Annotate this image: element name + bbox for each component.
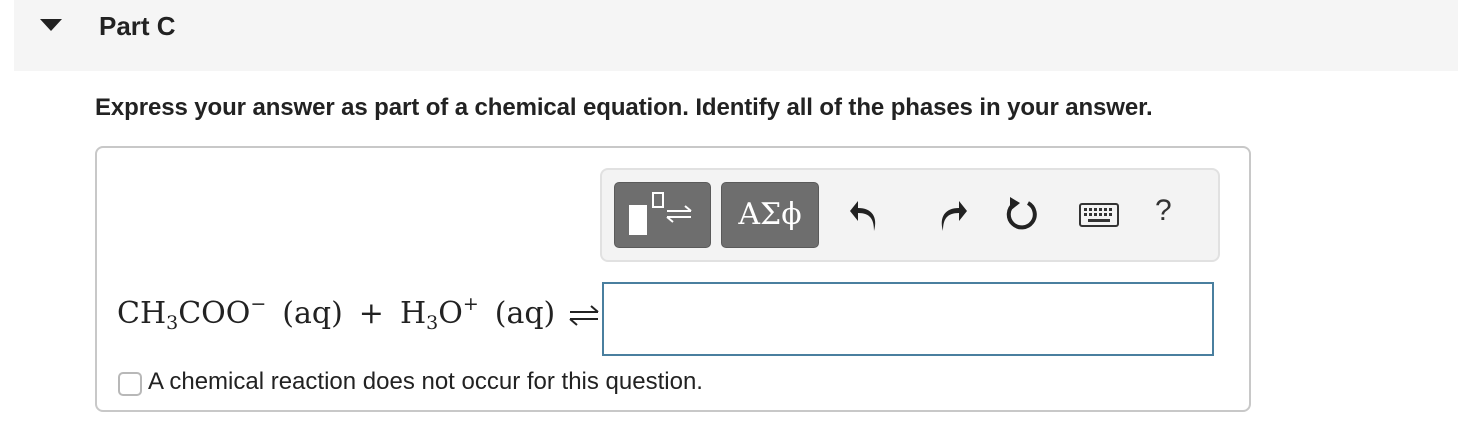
species2-subscript: 3 bbox=[426, 312, 439, 334]
collapse-arrow-icon[interactable] bbox=[40, 19, 62, 31]
equilibrium-arrow-icon bbox=[569, 305, 599, 326]
reset-icon[interactable] bbox=[1000, 195, 1044, 235]
species2-charge: + bbox=[462, 293, 479, 315]
species2-rest: O bbox=[438, 296, 463, 331]
math-toolbar: ΑΣϕ ? bbox=[600, 168, 1220, 262]
species2-phase: (aq) bbox=[494, 296, 556, 331]
species1-phase: (aq) bbox=[282, 296, 343, 331]
keyboard-icon[interactable] bbox=[1078, 195, 1122, 235]
chemical-equation: CH 3 COO − (aq) + H 3 O + (aq) bbox=[117, 293, 601, 334]
templates-arrow-icon bbox=[629, 192, 692, 235]
part-title: Part C bbox=[99, 11, 176, 41]
help-button[interactable]: ? bbox=[1155, 194, 1172, 228]
greek-symbols-label: ΑΣϕ bbox=[738, 197, 802, 232]
species1-subscript: 3 bbox=[166, 312, 179, 334]
no-reaction-checkbox[interactable] bbox=[118, 372, 142, 396]
species1-rest: COO bbox=[178, 296, 251, 331]
species1-charge: − bbox=[250, 293, 267, 315]
plus-sign: + bbox=[358, 296, 384, 331]
species2-base: H bbox=[399, 296, 427, 331]
greek-symbols-button[interactable]: ΑΣϕ bbox=[721, 182, 819, 248]
answer-input[interactable] bbox=[602, 282, 1214, 356]
species1-base: CH bbox=[117, 296, 167, 331]
no-reaction-label[interactable]: A chemical reaction does not occur for t… bbox=[148, 368, 703, 396]
undo-icon[interactable] bbox=[848, 195, 892, 235]
instruction-text: Express your answer as part of a chemica… bbox=[95, 94, 1153, 121]
redo-icon[interactable] bbox=[925, 195, 969, 235]
templates-button[interactable] bbox=[614, 182, 711, 248]
part-header[interactable]: Part C bbox=[14, 0, 1458, 71]
